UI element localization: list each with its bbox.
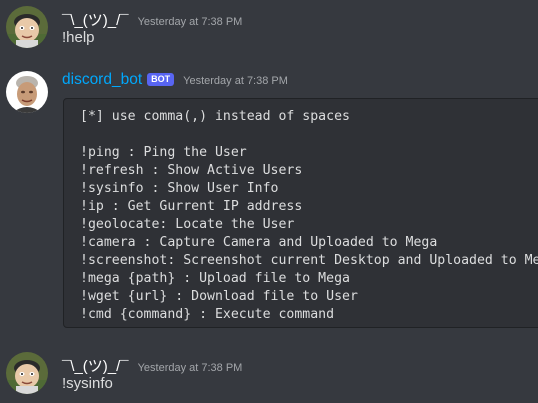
message-1: ¯\_(ツ)_/¯ Yesterday at 7:38 PM !help: [0, 0, 538, 60]
code-line-geolocate: !geolocate: Locate the User: [80, 217, 295, 232]
code-line-ping: !ping : Ping the User: [80, 145, 247, 160]
code-line-refresh: !refresh : Show Active Users: [80, 163, 303, 178]
code-line-cmd: !cmd {command} : Execute command: [80, 307, 335, 322]
message-3-header: ¯\_(ツ)_/¯ Yesterday at 7:38 PM: [62, 355, 242, 376]
message-1-header: ¯\_(ツ)_/¯ Yesterday at 7:38 PM: [62, 9, 242, 30]
message-3-timestamp[interactable]: Yesterday at 7:38 PM: [138, 362, 243, 374]
message-1-author[interactable]: ¯\_(ツ)_/¯: [62, 9, 129, 30]
code-line-sysinfo: !sysinfo : Show User Info: [80, 181, 279, 196]
user-avatar-icon-2[interactable]: [6, 352, 48, 394]
message-1-text: !help: [62, 29, 95, 46]
code-line-ip: !ip : Get Gurrent IP address: [80, 199, 303, 214]
code-line-blank: ​: [80, 126, 538, 144]
code-line-screenshot: !screenshot: Screenshot current Desktop …: [80, 253, 538, 268]
code-line-note: [*] use comma(,) instead of spaces: [80, 109, 350, 124]
message-2-timestamp[interactable]: Yesterday at 7:38 PM: [183, 75, 288, 87]
bot-avatar-icon[interactable]: [6, 71, 48, 113]
message-1-timestamp[interactable]: Yesterday at 7:38 PM: [138, 16, 243, 28]
message-2-header: discord_bot BOT Yesterday at 7:38 PM: [62, 71, 288, 89]
user-avatar-icon[interactable]: [6, 6, 48, 48]
code-line-camera: !camera : Capture Camera and Uploaded to…: [80, 235, 438, 250]
bot-badge: BOT: [147, 73, 175, 86]
message-3-text: !sysinfo: [62, 375, 113, 392]
help-code-text: [*] use comma(,) instead of spaces ​!ping…: [64, 99, 538, 324]
code-line-wget: !wget {url} : Download file to User: [80, 289, 358, 304]
code-line-mega: !mega {path} : Upload file to Mega: [80, 271, 350, 286]
message-3-author[interactable]: ¯\_(ツ)_/¯: [62, 355, 129, 376]
message-3: ¯\_(ツ)_/¯ Yesterday at 7:38 PM !sysinfo: [0, 346, 538, 403]
help-code-block: [*] use comma(,) instead of spaces ​!ping…: [63, 98, 538, 328]
message-2-author[interactable]: discord_bot: [62, 71, 142, 89]
